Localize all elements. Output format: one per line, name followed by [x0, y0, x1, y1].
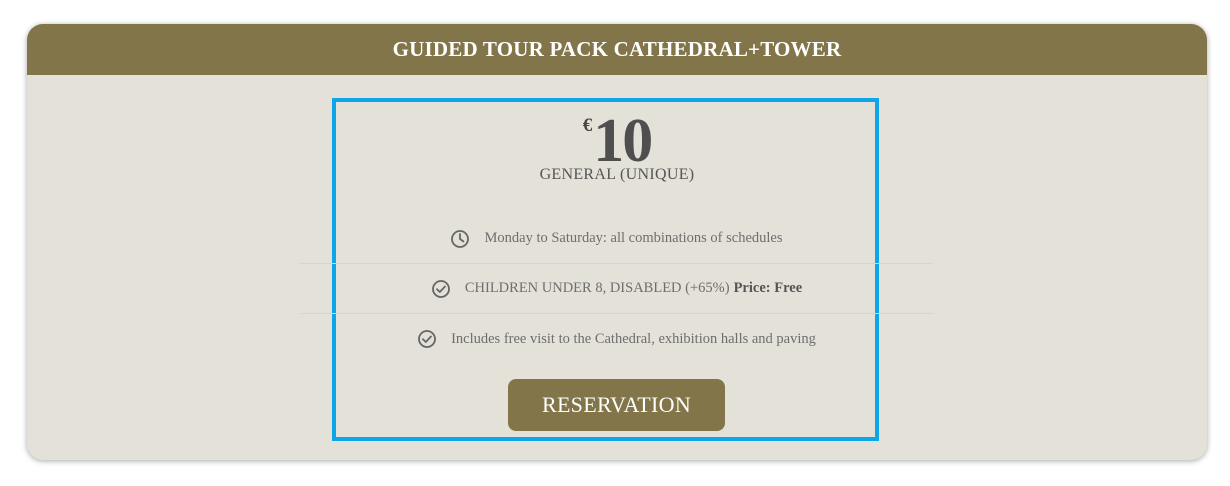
feature-item-includes: Includes free visit to the Cathedral, ex…: [300, 314, 933, 364]
feature-item-children: CHILDREN UNDER 8, DISABLED (+65%) Price:…: [300, 264, 933, 314]
feature-list: Monday to Saturday: all combinations of …: [300, 214, 933, 364]
price-type: GENERAL (UNIQUE): [539, 166, 695, 183]
check-circle-icon: [417, 329, 437, 349]
feature-item-schedule: Monday to Saturday: all combinations of …: [300, 214, 933, 264]
clock-icon: [450, 229, 470, 249]
ticket-card: GUIDED TOUR PACK CATHEDRAL+TOWER € 10 GE…: [27, 24, 1207, 460]
price-block: € 10 GENERAL (UNIQUE): [27, 110, 1207, 184]
check-circle-icon: [431, 279, 451, 299]
card-title: GUIDED TOUR PACK CATHEDRAL+TOWER: [392, 37, 842, 61]
feature-price-note: Price: Free: [733, 280, 803, 296]
card-header: GUIDED TOUR PACK CATHEDRAL+TOWER: [27, 24, 1207, 75]
feature-text: Monday to Saturday: all combinations of …: [484, 230, 783, 246]
reservation-button[interactable]: RESERVATION: [508, 379, 725, 431]
currency-symbol: €: [582, 115, 593, 136]
feature-text: CHILDREN UNDER 8, DISABLED (+65%): [464, 280, 730, 296]
feature-text: Includes free visit to the Cathedral, ex…: [451, 330, 816, 347]
price-amount: 10: [593, 107, 653, 175]
price: € 10: [582, 107, 654, 175]
